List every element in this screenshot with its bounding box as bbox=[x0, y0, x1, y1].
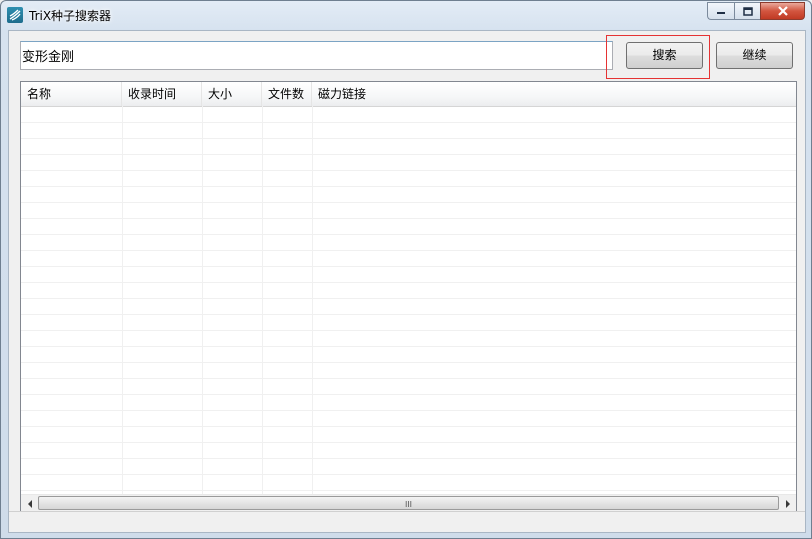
client-area: 搜索 继续 名称 收录时间 大小 文件数 磁力链接 III bbox=[8, 30, 806, 533]
list-row-empty bbox=[21, 331, 796, 347]
list-row-empty bbox=[21, 363, 796, 379]
close-button[interactable] bbox=[760, 2, 805, 20]
column-header-time[interactable]: 收录时间 bbox=[122, 82, 202, 106]
results-list[interactable]: 名称 收录时间 大小 文件数 磁力链接 III bbox=[20, 81, 797, 513]
arrow-left-icon bbox=[27, 499, 32, 508]
arrow-right-icon bbox=[785, 499, 790, 508]
continue-button[interactable]: 继续 bbox=[716, 42, 793, 69]
scroll-grip: III bbox=[404, 500, 413, 509]
list-row-empty bbox=[21, 219, 796, 235]
list-row-empty bbox=[21, 379, 796, 395]
results-header: 名称 收录时间 大小 文件数 磁力链接 bbox=[21, 82, 796, 107]
list-row-empty bbox=[21, 475, 796, 491]
list-row-empty bbox=[21, 395, 796, 411]
column-header-file-count[interactable]: 文件数 bbox=[262, 82, 312, 106]
list-row-empty bbox=[21, 443, 796, 459]
window-controls bbox=[707, 2, 805, 21]
maximize-button[interactable] bbox=[734, 2, 760, 20]
list-row-empty bbox=[21, 235, 796, 251]
list-row-empty bbox=[21, 411, 796, 427]
scroll-right-button[interactable] bbox=[779, 495, 796, 512]
search-button[interactable]: 搜索 bbox=[626, 42, 703, 69]
column-header-name[interactable]: 名称 bbox=[21, 82, 122, 106]
column-header-size[interactable]: 大小 bbox=[202, 82, 262, 106]
maximize-icon bbox=[742, 6, 753, 16]
list-row-empty bbox=[21, 299, 796, 315]
list-row-empty bbox=[21, 171, 796, 187]
minimize-button[interactable] bbox=[707, 2, 734, 20]
app-window: TriX种子搜索器 搜索 继续 名称 收录时间 大小 文件数 磁力链接 bbox=[0, 0, 812, 539]
list-row-empty bbox=[21, 139, 796, 155]
app-icon bbox=[7, 7, 23, 23]
list-row-empty bbox=[21, 251, 796, 267]
list-row-empty bbox=[21, 347, 796, 363]
list-row-empty bbox=[21, 283, 796, 299]
window-title: TriX种子搜索器 bbox=[29, 9, 112, 23]
horizontal-scrollbar[interactable]: III bbox=[21, 494, 796, 512]
list-row-empty bbox=[21, 155, 796, 171]
minimize-icon bbox=[717, 12, 725, 14]
status-bar bbox=[9, 511, 805, 532]
list-row-empty bbox=[21, 107, 796, 123]
results-rows bbox=[21, 107, 796, 495]
list-row-empty bbox=[21, 187, 796, 203]
list-row-empty bbox=[21, 267, 796, 283]
close-icon bbox=[777, 6, 788, 16]
search-input[interactable] bbox=[20, 41, 613, 70]
list-row-empty bbox=[21, 459, 796, 475]
title-bar[interactable]: TriX种子搜索器 bbox=[1, 1, 811, 29]
column-header-magnet[interactable]: 磁力链接 bbox=[312, 82, 796, 106]
list-row-empty bbox=[21, 427, 796, 443]
list-row-empty bbox=[21, 315, 796, 331]
scroll-left-button[interactable] bbox=[21, 495, 38, 512]
list-row-empty bbox=[21, 203, 796, 219]
scroll-thumb[interactable]: III bbox=[38, 496, 779, 510]
list-row-empty bbox=[21, 123, 796, 139]
